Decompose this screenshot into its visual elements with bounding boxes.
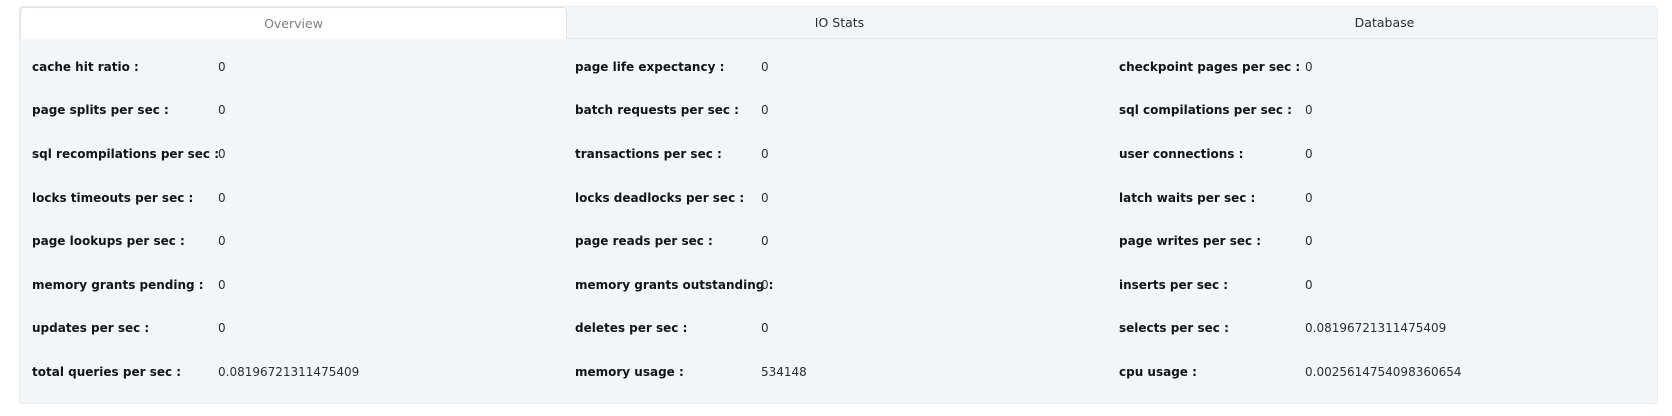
- metric-value: 0: [761, 277, 769, 292]
- metric-value: 0: [761, 321, 769, 336]
- metric-value: 0: [218, 190, 226, 205]
- metric-item: memory grants outstanding :0: [575, 263, 1119, 307]
- metric-item: batch requests per sec : 0: [575, 89, 1119, 133]
- tab-overview[interactable]: Overview: [20, 7, 567, 39]
- metric-label: page lookups per sec :: [32, 234, 185, 249]
- metric-item: page lookups per sec : 0: [32, 219, 575, 263]
- metric-label: cpu usage :: [1119, 364, 1197, 379]
- metric-value: 0: [1305, 146, 1313, 161]
- metric-label: page writes per sec :: [1119, 234, 1262, 249]
- metric-value: 0: [218, 59, 226, 74]
- tab-io-stats[interactable]: IO Stats: [567, 7, 1112, 38]
- metric-label: batch requests per sec :: [575, 103, 739, 118]
- metric-label: cache hit ratio :: [32, 59, 139, 74]
- metric-item: sql recompilations per sec :0: [32, 132, 575, 176]
- metric-label: checkpoint pages per sec :: [1119, 59, 1301, 74]
- metric-value: 0: [1305, 190, 1313, 205]
- metric-item: total queries per sec : 0.081967213114754…: [32, 350, 575, 394]
- metric-label: memory grants pending :: [32, 277, 204, 292]
- metric-value: 0: [761, 234, 769, 249]
- metric-value: 0: [218, 234, 226, 249]
- tab-bar: Overview IO Stats Database: [20, 7, 1657, 39]
- metric-label: page splits per sec :: [32, 103, 169, 118]
- metric-label: sql recompilations per sec :: [32, 146, 220, 161]
- metric-value: 0.08196721311475409: [218, 364, 360, 379]
- metric-item: page life expectancy : 0: [575, 45, 1119, 89]
- metric-value: 0: [1305, 277, 1313, 292]
- metric-label: page reads per sec :: [575, 234, 713, 249]
- metric-item: page reads per sec : 0: [575, 219, 1119, 263]
- metric-value: 534148: [761, 364, 807, 379]
- metric-item: locks timeouts per sec : 0: [32, 176, 575, 220]
- metric-value: 0: [761, 59, 769, 74]
- metric-label: total queries per sec :: [32, 364, 182, 379]
- metric-item: memory grants pending : 0: [32, 263, 575, 307]
- metric-value: 0: [218, 277, 226, 292]
- metric-item: cpu usage : 0.0025614754098360654: [1119, 350, 1657, 394]
- metric-item: updates per sec : 0: [32, 307, 575, 351]
- metric-label: updates per sec :: [32, 321, 150, 336]
- metric-value: 0: [218, 103, 226, 118]
- metric-value: 0: [1305, 234, 1313, 249]
- metric-value: 0: [218, 321, 226, 336]
- metric-label: transactions per sec :: [575, 146, 722, 161]
- metric-value: 0: [761, 190, 769, 205]
- metric-label: selects per sec :: [1119, 321, 1229, 336]
- metric-item: memory usage : 534148: [575, 350, 1119, 394]
- metric-item: sql compilations per sec : 0: [1119, 89, 1657, 133]
- metric-value: 0.0025614754098360654: [1305, 364, 1462, 379]
- metric-item: latch waits per sec : 0: [1119, 176, 1657, 220]
- metric-label: inserts per sec :: [1119, 277, 1229, 292]
- metric-value: 0.08196721311475409: [1305, 321, 1447, 336]
- metric-label: page life expectancy :: [575, 59, 725, 74]
- metrics-grid: cache hit ratio :0 page life expectancy :…: [20, 45, 1657, 394]
- metric-label: locks deadlocks per sec :: [575, 190, 745, 205]
- metric-label: locks timeouts per sec :: [32, 190, 194, 205]
- metric-item: selects per sec : 0.08196721311475409: [1119, 307, 1657, 351]
- metric-item: cache hit ratio : 0: [32, 45, 575, 89]
- metric-label: memory grants outstanding :: [575, 277, 774, 292]
- metric-value: 0: [218, 146, 226, 161]
- metric-value: 0: [761, 103, 769, 118]
- metric-label: memory usage :: [575, 364, 684, 379]
- metric-item: inserts per sec : 0: [1119, 263, 1657, 307]
- metric-label: user connections :: [1119, 146, 1244, 161]
- stats-panel: Overview IO Stats Database cache hit rat…: [19, 6, 1658, 404]
- metric-item: locks deadlocks per sec : 0: [575, 176, 1119, 220]
- metric-item: checkpoint pages per sec : 0: [1119, 45, 1657, 89]
- metric-value: 0: [761, 146, 769, 161]
- metric-value: 0: [1305, 59, 1313, 74]
- metric-item: page writes per sec : 0: [1119, 219, 1657, 263]
- metric-label: deletes per sec :: [575, 321, 688, 336]
- metric-label: latch waits per sec :: [1119, 190, 1256, 205]
- metric-label: sql compilations per sec :: [1119, 103, 1292, 118]
- metric-item: user connections : 0: [1119, 132, 1657, 176]
- tab-database[interactable]: Database: [1112, 7, 1657, 38]
- metric-item: deletes per sec : 0: [575, 307, 1119, 351]
- metric-item: page splits per sec : 0: [32, 89, 575, 133]
- metric-item: transactions per sec : 0: [575, 132, 1119, 176]
- metric-value: 0: [1305, 103, 1313, 118]
